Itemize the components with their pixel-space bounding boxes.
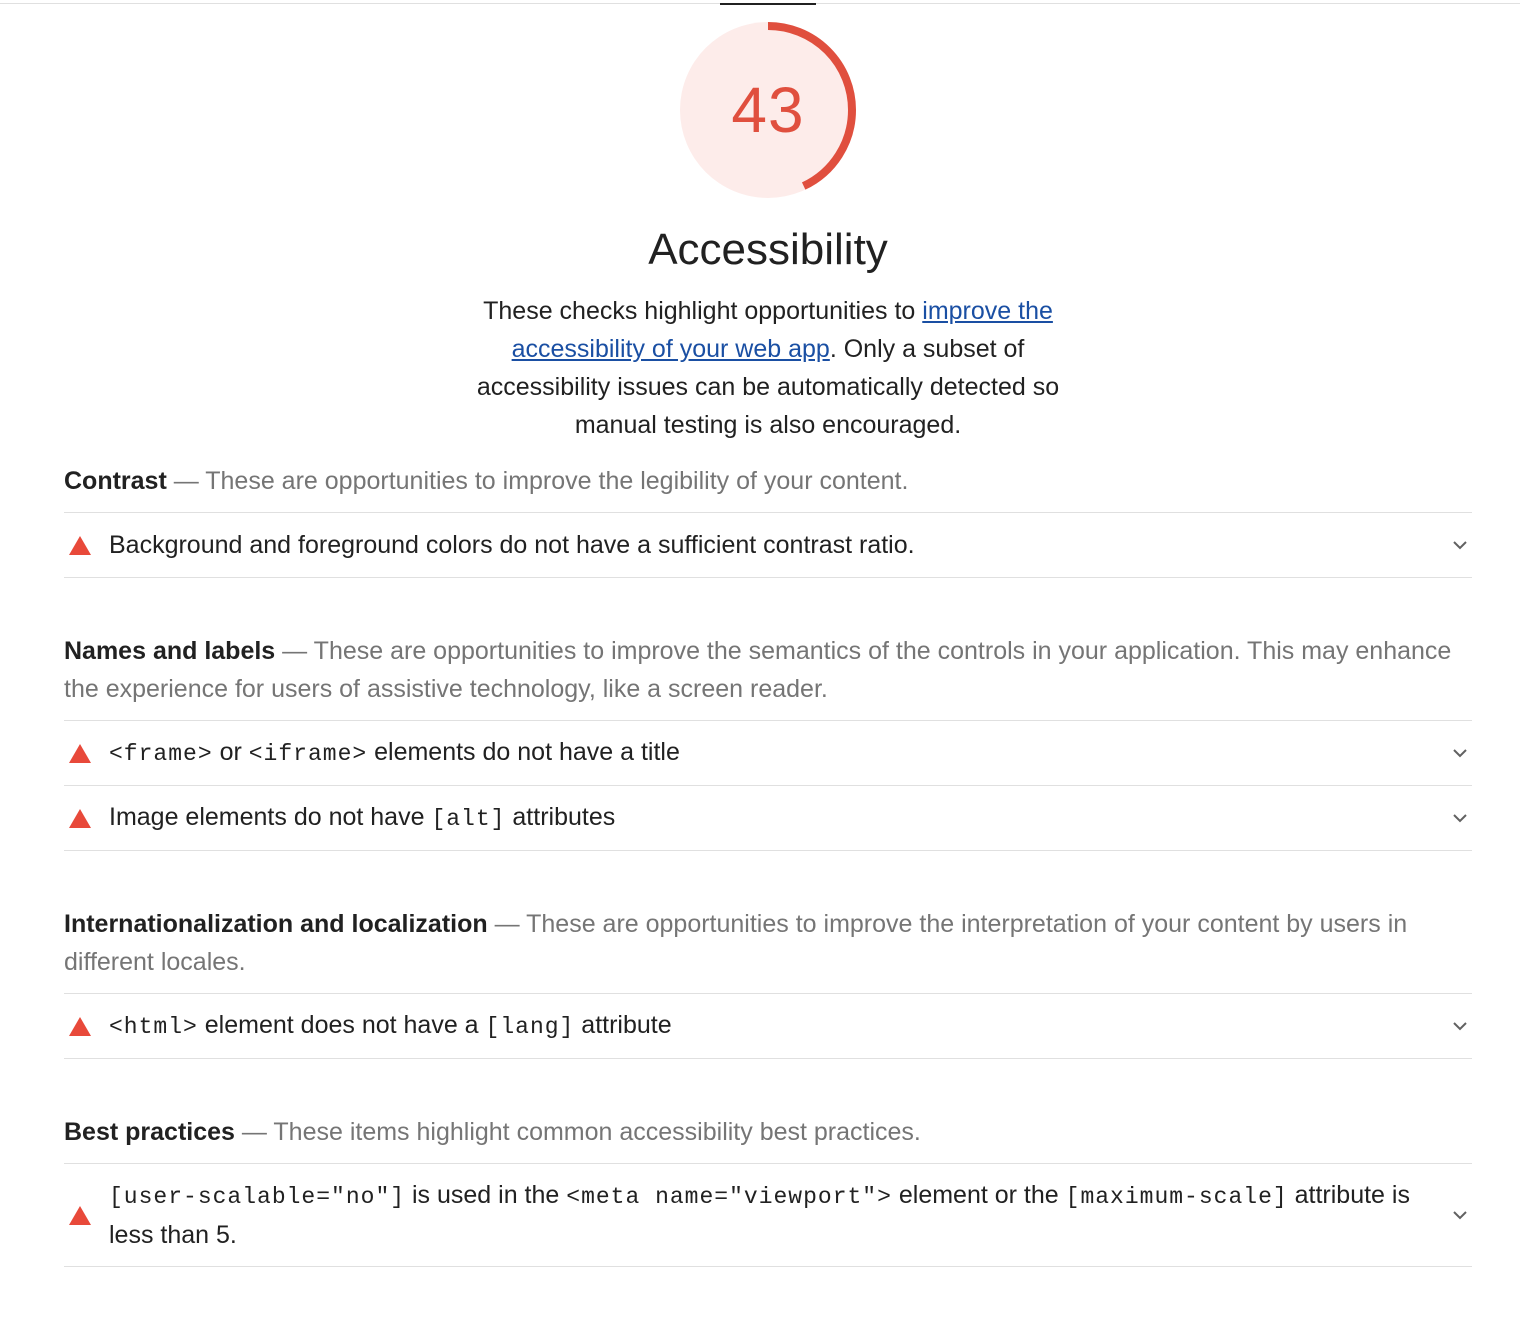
group-header: Contrast — These are opportunities to im… <box>64 456 1472 512</box>
group-title: Internationalization and localization <box>64 910 488 938</box>
chevron-down-glyph <box>1453 814 1467 823</box>
audit-code-snippet: [user-scalable="no"] <box>109 1184 406 1210</box>
audit-list: Background and foreground colors do not … <box>64 512 1472 578</box>
score-gauge[interactable]: 43 <box>678 20 858 200</box>
audit-group: Names and labels — These are opportuniti… <box>64 626 1472 851</box>
chevron-path <box>1453 1211 1467 1220</box>
audit-title: <html> element does not have a [lang] at… <box>109 994 1436 1058</box>
audit-title: Background and foreground colors do not … <box>109 514 1436 576</box>
audit-code-snippet: <meta name="viewport"> <box>566 1184 892 1210</box>
audit-row[interactable]: Image elements do not have [alt] attribu… <box>64 785 1472 851</box>
audit-row[interactable]: <frame> or <iframe> elements do not have… <box>64 720 1472 785</box>
audit-text-segment: Image elements do not have <box>109 803 432 831</box>
audit-text-segment: elements do not have a title <box>367 738 680 766</box>
group-header: Best practices — These items highlight c… <box>64 1107 1472 1163</box>
audit-code-snippet: <frame> <box>109 741 213 767</box>
audit-code-snippet: [lang] <box>485 1014 575 1040</box>
chevron-down-glyph <box>1453 541 1467 550</box>
category-title: Accessibility <box>648 225 888 274</box>
audit-group: Contrast — These are opportunities to im… <box>64 456 1472 578</box>
audit-groups: Contrast — These are opportunities to im… <box>64 456 1472 1315</box>
audit-text-segment: element does not have a <box>197 1011 486 1039</box>
audit-list: [user-scalable="no"] is used in the <met… <box>64 1163 1472 1267</box>
chevron-path <box>1453 1022 1467 1031</box>
audit-code-snippet: [maximum-scale] <box>1065 1184 1288 1210</box>
fail-triangle-icon <box>69 1016 91 1036</box>
audit-title: <frame> or <iframe> elements do not have… <box>109 721 1436 785</box>
group-description: These items highlight common accessibili… <box>273 1118 921 1146</box>
chevron-down-glyph <box>1453 749 1467 758</box>
audit-list: <html> element does not have a [lang] at… <box>64 993 1472 1059</box>
group-title: Best practices <box>64 1118 235 1146</box>
chevron-down-icon[interactable] <box>1448 1014 1472 1038</box>
audit-row[interactable]: <html> element does not have a [lang] at… <box>64 993 1472 1059</box>
chevron-down-icon[interactable] <box>1448 1203 1472 1227</box>
audit-list: <frame> or <iframe> elements do not have… <box>64 720 1472 851</box>
audit-text-segment: attribute <box>574 1011 672 1039</box>
description-text: These checks highlight opportunities to <box>483 297 923 325</box>
audit-group: Internationalization and localization — … <box>64 899 1472 1059</box>
audit-title: Image elements do not have [alt] attribu… <box>109 786 1436 850</box>
audit-row[interactable]: [user-scalable="no"] is used in the <met… <box>64 1163 1472 1267</box>
chevron-down-icon[interactable] <box>1448 533 1472 557</box>
audit-text-segment: element or the <box>891 1181 1066 1209</box>
fail-triangle-icon <box>69 808 91 828</box>
chevron-path <box>1453 814 1467 823</box>
chevron-down-icon[interactable] <box>1448 806 1472 830</box>
audit-title: [user-scalable="no"] is used in the <met… <box>109 1164 1436 1266</box>
audit-text-segment: Background and foreground colors do not … <box>109 531 915 559</box>
audit-group: Best practices — These items highlight c… <box>64 1107 1472 1267</box>
active-tab-indicator <box>720 3 816 5</box>
group-title: Names and labels <box>64 637 276 665</box>
group-separator: — <box>275 637 314 665</box>
chevron-down-icon[interactable] <box>1448 741 1472 765</box>
chevron-down-glyph <box>1453 1022 1467 1031</box>
category-description: These checks highlight opportunities to … <box>460 292 1076 444</box>
group-title: Contrast <box>64 467 167 495</box>
fail-triangle-icon <box>69 535 91 555</box>
audit-code-snippet: [alt] <box>431 806 506 832</box>
chevron-path <box>1453 541 1467 550</box>
audit-text-segment: is used in the <box>405 1181 567 1209</box>
group-description: These are opportunities to improve the l… <box>205 467 909 495</box>
audit-text-segment: attributes <box>505 803 616 831</box>
group-header: Names and labels — These are opportuniti… <box>64 626 1472 720</box>
audit-code-snippet: <html> <box>109 1014 198 1040</box>
group-separator: — <box>166 467 206 495</box>
group-separator: — <box>487 910 527 938</box>
group-header: Internationalization and localization — … <box>64 899 1472 993</box>
audit-text-segment: or <box>212 738 249 766</box>
score-value: 43 <box>731 74 805 146</box>
fail-triangle-icon <box>69 743 91 763</box>
audit-code-snippet: <iframe> <box>248 741 368 767</box>
fail-triangle-icon <box>69 1205 91 1225</box>
group-separator: — <box>234 1118 274 1146</box>
audit-row[interactable]: Background and foreground colors do not … <box>64 512 1472 578</box>
chevron-down-glyph <box>1453 1211 1467 1220</box>
chevron-path <box>1453 749 1467 758</box>
